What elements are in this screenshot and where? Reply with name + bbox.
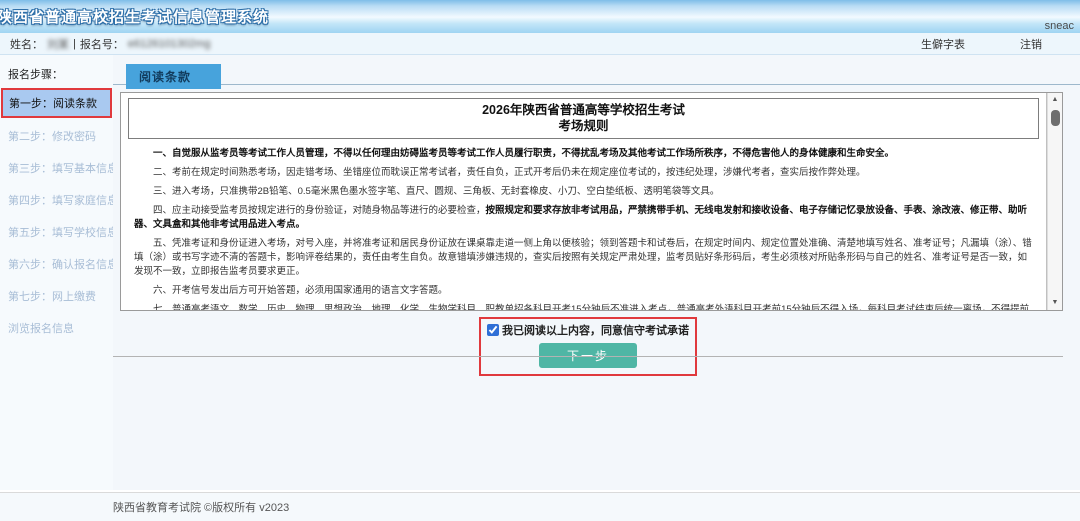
sidebar-item-step6[interactable]: 第六步：确认报名信息 [0, 248, 113, 280]
terms-paragraph: 五、凭准考证和身份证进入考场，对号入座，并将准考证和居民身份证放在课桌靠走道一侧… [134, 237, 1033, 279]
sidebar-item-step1[interactable]: 第一步：阅读条款 [1, 88, 112, 118]
scroll-up-icon[interactable]: ▲ [1052, 93, 1059, 107]
agreement-checkbox[interactable] [487, 324, 499, 336]
terms-paragraph: 四、应主动接受监考员按规定进行的身份验证，对随身物品等进行的必要检查，按照规定和… [134, 204, 1033, 232]
main-content: 阅读条款 2026年陕西省普通高等学校招生考试 考场规则 一、自觉服从监考员等考… [113, 55, 1080, 490]
terms-paragraph: 七、普通高考语文、数学、历史、物理、思想政治、地理、化学、生物学科目、职教单招各… [134, 303, 1033, 310]
user-bar: 姓名：刘某 | 报名号： e6126101302mg 生僻字表 注销 [0, 33, 1080, 55]
agreement-highlight-box: 我已阅读以上内容，同意信守考试承诺 下一步 [479, 317, 697, 376]
scrollbar-thumb[interactable] [1051, 110, 1060, 126]
sidebar-item-step2[interactable]: 第二步：修改密码 [0, 120, 113, 152]
name-value: 刘某 [47, 36, 69, 52]
terms-panel: 2026年陕西省普通高等学校招生考试 考场规则 一、自觉服从监考员等考试工作人员… [120, 92, 1063, 311]
system-title: 陕西省普通高校招生考试信息管理系统 [0, 6, 269, 27]
steps-sidebar: 报名步骤： 第一步：阅读条款 第二步：修改密码 第三步：填写基本信息 第四步：填… [0, 55, 113, 490]
copyright-text: 陕西省教育考试院 ©版权所有 v2023 [113, 499, 289, 515]
tab-underline [113, 84, 1080, 85]
tab-read-terms[interactable]: 阅读条款 [126, 64, 221, 89]
document-title-line1: 2026年陕西省普通高等学校招生考试 [129, 102, 1038, 118]
terms-paragraph: 一、自觉服从监考员等考试工作人员管理，不得以任何理由妨碍监考员等考试工作人员履行… [134, 147, 1033, 161]
terms-paragraph: 三、进入考场，只准携带2B铅笔、0.5毫米黑色墨水签字笔、直尺、圆规、三角板、无… [134, 185, 1033, 199]
logout-link[interactable]: 注销 [1020, 36, 1042, 52]
regno-label: 报名号： [80, 36, 124, 52]
terms-paragraph: 六、开考信号发出后方可开始答题，必须用国家通用的语言文字答题。 [134, 284, 1033, 298]
separator: | [73, 38, 76, 50]
terms-scroll-area[interactable]: 2026年陕西省普通高等学校招生考试 考场规则 一、自觉服从监考员等考试工作人员… [121, 93, 1047, 310]
content-divider [113, 356, 1063, 357]
sidebar-item-step3[interactable]: 第三步：填写基本信息 [0, 152, 113, 184]
agreement-label: 我已阅读以上内容，同意信守考试承诺 [502, 322, 689, 338]
sidebar-item-step4[interactable]: 第四步：填写家庭信息 [0, 184, 113, 216]
sidebar-item-step7[interactable]: 第七步：网上缴费 [0, 280, 113, 312]
document-title-line2: 考场规则 [129, 118, 1038, 134]
document-title: 2026年陕西省普通高等学校招生考试 考场规则 [128, 98, 1039, 139]
tab-row: 阅读条款 [113, 55, 1080, 86]
header-banner: 陕西省普通高校招生考试信息管理系统 sneac [0, 0, 1080, 33]
sidebar-item-browse[interactable]: 浏览报名信息 [0, 312, 113, 344]
terms-paragraph: 二、考前在规定时间熟悉考场，因走错考场、坐错座位而耽误正常考试者，责任自负，正式… [134, 166, 1033, 180]
rare-chars-link[interactable]: 生僻字表 [921, 36, 965, 52]
scroll-down-icon[interactable]: ▼ [1052, 296, 1059, 310]
terms-paragraphs: 一、自觉服从监考员等考试工作人员管理，不得以任何理由妨碍监考员等考试工作人员履行… [121, 143, 1046, 310]
name-label: 姓名： [10, 36, 43, 52]
regno-value: e6126101302mg [128, 38, 211, 50]
agreement-row: 我已阅读以上内容，同意信守考试承诺 [487, 322, 689, 338]
scrollbar[interactable]: ▲ ▼ [1047, 93, 1062, 310]
sidebar-title: 报名步骤： [0, 63, 113, 88]
footer: 陕西省教育考试院 ©版权所有 v2023 [0, 492, 1080, 521]
brand-text: sneac [1045, 20, 1074, 32]
sidebar-item-step5[interactable]: 第五步：填写学校信息 [0, 216, 113, 248]
